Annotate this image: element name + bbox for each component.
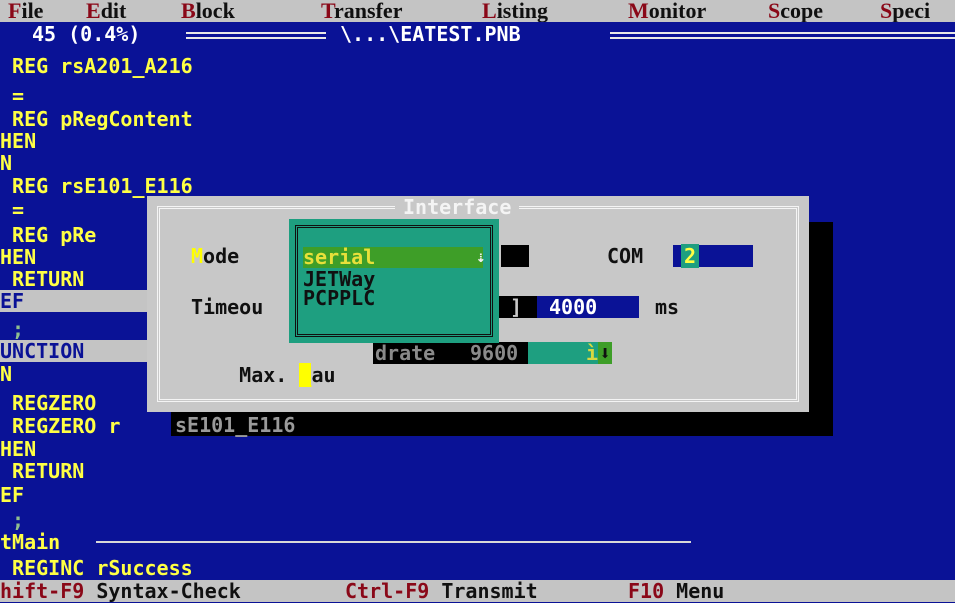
menu-monitor[interactable]: Monitor [628,0,706,22]
file-name: \...\EATEST.PNB [340,22,521,46]
code-line[interactable]: RETURN [0,460,84,482]
scroll-down-icon[interactable]: ⇣ [476,247,486,266]
code-line[interactable]: REG rsA201_A216 [0,55,193,77]
dialog-title: Interface [395,196,520,218]
code-line[interactable]: N [0,363,12,385]
baudrate-select[interactable]: drate 9600 [373,342,528,364]
menu-scope[interactable]: Scope [768,0,823,22]
timeout-unit: ms [655,295,680,319]
code-line[interactable]: REG rsE101_E116 [0,175,193,197]
code-line[interactable]: ; [0,318,24,340]
mode-dropdown-list[interactable]: serial ⇣ JETWay PCPPLC [289,219,499,343]
code-line[interactable]: REG pRe [0,224,96,246]
status-bar: hift-F9 Syntax-Check Ctrl-F9 Transmit F1… [0,580,955,602]
shadowed-code-fragment: sE101_E116 [175,413,296,437]
code-line[interactable]: HEN [0,438,36,460]
code-line[interactable]: REGZERO r [0,415,120,437]
mode-label[interactable]: Mode [191,245,239,267]
editor-title-line: 45 (0.4%) \...\EATEST.PNB [0,22,955,46]
code-line[interactable]: REGZERO [0,392,96,414]
code-line[interactable]: REG pRegContent [0,108,193,130]
menu-edit[interactable]: Edit [86,0,126,22]
code-line[interactable]: = [0,85,24,107]
code-line[interactable]: N [0,152,12,174]
dialog-shadow-right [809,222,833,436]
title-rule-right [610,32,955,39]
timeout-bracket: ] [495,296,537,318]
code-line[interactable]: HEN [0,246,36,268]
code-line[interactable]: RETURN [0,268,84,290]
com-port-input[interactable]: 2 [673,244,753,268]
menu-listing[interactable]: Listing [482,0,548,22]
baudrate-label[interactable]: Max. _au [191,342,336,387]
code-line[interactable]: = [0,199,24,221]
title-rule-left [186,32,326,39]
code-line[interactable]: tMain [0,531,60,553]
menu-special[interactable]: Speci [880,0,930,22]
mode-field-backing [501,245,529,267]
cursor-position: 45 (0.4%) [32,22,141,46]
timeout-input[interactable]: 4000 [537,296,639,318]
timeout-label: Timeou [191,295,264,319]
status-syntax-check[interactable]: hift-F9 Syntax-Check [0,580,241,602]
code-line[interactable]: REGINC rSuccess [0,557,193,579]
section-separator [96,541,691,543]
chevron-down-icon: ⬇ [598,341,612,365]
menu-bar: File Edit Block Transfer Listing Monitor… [0,0,955,22]
status-transmit[interactable]: Ctrl-F9 Transmit [345,580,538,602]
mode-option-serial[interactable]: serial [303,247,483,268]
baudrate-dropdown-button[interactable]: ì ⬇ [528,342,612,364]
menu-file[interactable]: File [8,0,43,22]
status-menu[interactable]: F10 Menu [628,580,724,602]
menu-transfer[interactable]: Transfer [321,0,402,22]
code-line[interactable]: ; [0,509,24,531]
menu-block[interactable]: Block [181,0,235,22]
mode-option-pcpplc[interactable]: PCPPLC [303,288,483,309]
code-line[interactable]: EF [0,484,24,506]
code-line[interactable]: HEN [0,130,36,152]
com-label: COM [607,244,644,268]
